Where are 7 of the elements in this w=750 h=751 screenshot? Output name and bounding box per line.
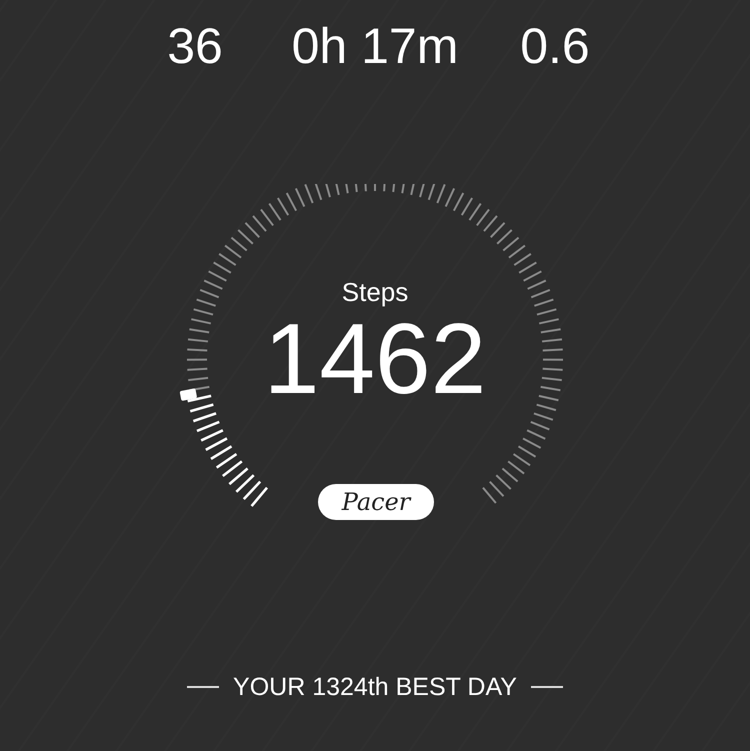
stat-value: 0.6: [520, 18, 590, 74]
steps-label: Steps: [342, 277, 408, 307]
best-day-text: YOUR 1324th BEST DAY: [233, 672, 517, 702]
stat-value: 36: [167, 18, 223, 74]
logo-badge: Pacer: [318, 484, 434, 520]
gauge-marker: [180, 388, 198, 402]
stat-value: 0h 17m: [292, 18, 458, 74]
